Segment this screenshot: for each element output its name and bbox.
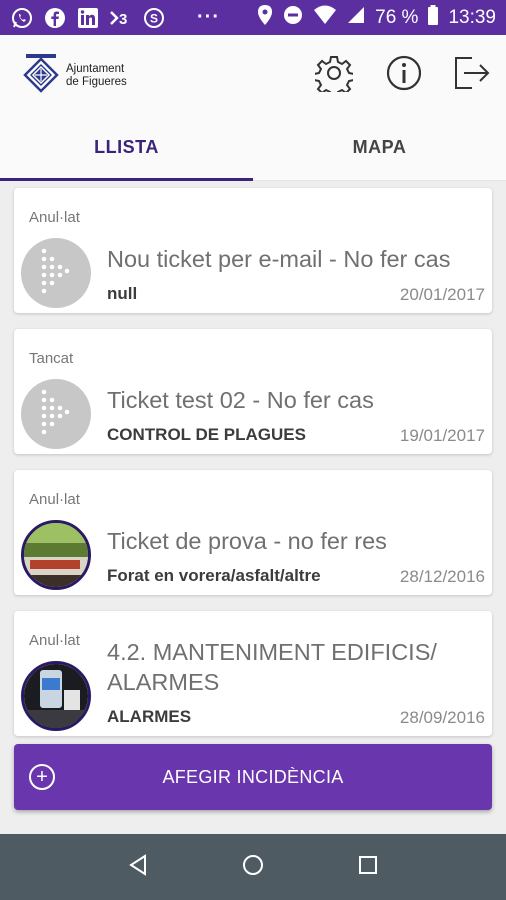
- whatsapp-icon: [10, 6, 34, 30]
- recents-icon: [356, 853, 380, 882]
- settings-icon: [313, 54, 355, 98]
- ticket-date: 28/12/2016: [399, 567, 485, 586]
- ticket-category: CONTROL DE PLAGUES: [107, 425, 306, 444]
- status-bar: 3 S ··· 76 % 13:39: [0, 0, 506, 35]
- add-incident-label: AFEGIR INCIDÈNCIA: [162, 766, 344, 787]
- app-header: Ajuntament de Figueres: [0, 35, 506, 115]
- ticket-category: Forat en vorera/asfalt/altre: [107, 566, 321, 585]
- status-overflow: ···: [197, 6, 220, 28]
- ticket-card[interactable]: Anul·lat Ticket de prova - no fer res Fo…: [14, 470, 492, 595]
- system-nav-bar: [0, 834, 506, 900]
- ticket-title: Ticket de prova - no fer res: [107, 528, 387, 554]
- facebook-icon: [43, 6, 67, 30]
- ticket-default-thumbnail: [21, 238, 91, 308]
- rss-icon: 3: [109, 6, 133, 30]
- location-icon: [257, 4, 273, 32]
- ticket-photo-thumbnail: [21, 520, 91, 590]
- info-icon: [385, 54, 423, 97]
- ajuntament-logo: Ajuntament de Figueres: [22, 53, 127, 98]
- logo-line-1: Ajuntament: [66, 62, 125, 75]
- ticket-default-thumbnail: [21, 379, 91, 449]
- ticket-title: Ticket test 02 - No fer cas: [107, 387, 374, 413]
- info-button[interactable]: [384, 55, 424, 95]
- clock: 13:39: [448, 6, 496, 28]
- home-icon: [241, 853, 265, 882]
- plus-circle-icon: +: [29, 764, 55, 790]
- tab-llista[interactable]: LLISTA: [0, 115, 253, 181]
- arrow-dots-icon: [36, 246, 76, 301]
- back-button[interactable]: [118, 847, 158, 887]
- counter-icon: S: [142, 6, 166, 30]
- recents-button[interactable]: [348, 847, 388, 887]
- ticket-status: Anul·lat: [29, 209, 80, 226]
- ticket-card[interactable]: Tancat Ticket test 02 - No fer cas CONTR…: [14, 329, 492, 454]
- ticket-photo-thumbnail: [21, 661, 91, 731]
- ticket-date: 28/09/2016: [399, 708, 485, 727]
- logo-line-2: de Figueres: [66, 75, 127, 88]
- ticket-category: null: [107, 284, 138, 303]
- view-tabs: LLISTA MAPA: [0, 115, 506, 181]
- ticket-card[interactable]: Anul·lat 4.2. MANTENIMENT EDIFICIS/ ALAR…: [14, 611, 492, 736]
- wifi-icon: [313, 5, 337, 31]
- home-button[interactable]: [233, 847, 273, 887]
- ticket-title: Nou ticket per e-mail - No fer cas: [107, 246, 451, 272]
- ticket-status: Anul·lat: [29, 491, 80, 508]
- dnd-icon: [282, 4, 304, 32]
- back-icon: [126, 853, 150, 882]
- ticket-date: 19/01/2017: [399, 426, 485, 445]
- battery-percent: 76 %: [375, 6, 419, 28]
- ticket-status: Anul·lat: [29, 632, 80, 649]
- tab-mapa[interactable]: MAPA: [253, 115, 506, 180]
- signal-icon: [346, 5, 366, 31]
- settings-button[interactable]: [313, 54, 355, 98]
- arrow-dots-icon: [36, 387, 76, 442]
- add-incident-button[interactable]: + AFEGIR INCIDÈNCIA: [14, 744, 492, 810]
- battery-icon: [427, 4, 439, 32]
- ticket-card[interactable]: Anul·lat Nou ticket per e-mail - No fer …: [14, 188, 492, 313]
- ticket-category: ALARMES: [107, 707, 192, 726]
- svg-text:S: S: [150, 11, 158, 25]
- coat-of-arms-icon: [22, 53, 60, 98]
- ticket-list[interactable]: Anul·lat Nou ticket per e-mail - No fer …: [0, 181, 506, 834]
- ticket-date: 20/01/2017: [399, 285, 485, 304]
- svg-text:3: 3: [119, 11, 127, 28]
- logout-icon: [452, 54, 492, 97]
- linkedin-icon: [76, 6, 100, 30]
- logout-button[interactable]: [452, 55, 492, 95]
- ticket-title: 4.2. MANTENIMENT EDIFICIS/ ALARMES: [107, 639, 437, 695]
- ticket-status: Tancat: [29, 350, 74, 367]
